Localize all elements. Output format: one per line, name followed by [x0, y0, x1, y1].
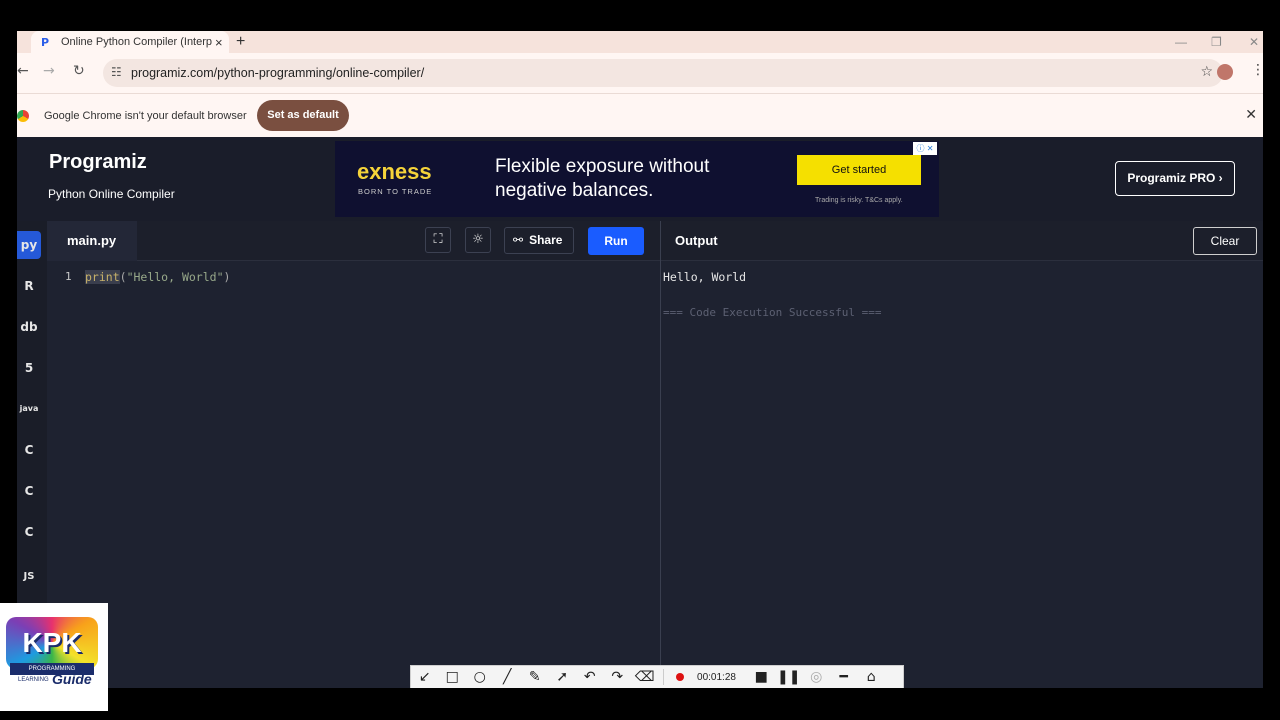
redo-icon[interactable]: ↷: [604, 666, 632, 688]
clear-button[interactable]: Clear: [1193, 227, 1257, 255]
recorder-separator: [662, 669, 664, 685]
address-row: ← → ↻ ☷ programiz.com/python-programming…: [17, 53, 1263, 93]
site-header: Programiz Python Online Compiler exness …: [17, 137, 1263, 221]
share-button[interactable]: ⚯ Share: [504, 227, 574, 254]
programiz-pro-button[interactable]: Programiz PRO ›: [1115, 161, 1235, 196]
tab-strip: P Online Python Compiler (Interp × + — ❐…: [17, 31, 1263, 53]
arrow-tool-icon[interactable]: ↙: [411, 666, 439, 688]
html5-icon[interactable]: 5: [17, 354, 41, 382]
webcam-icon[interactable]: ◎: [803, 666, 831, 688]
eraser-icon[interactable]: ⌫: [631, 666, 659, 688]
close-window-icon[interactable]: ✕: [1249, 31, 1259, 53]
line-tool-icon[interactable]: ╱: [494, 666, 522, 688]
execution-status: === Code Execution Successful ===: [663, 306, 882, 319]
minimize-recorder-icon[interactable]: ━: [830, 666, 858, 688]
file-tab-main-py[interactable]: main.py: [47, 221, 137, 261]
output-text: Hello, World: [663, 270, 747, 284]
python-icon[interactable]: py: [17, 231, 41, 259]
workspace: py R db 5 java C C C JS main.py ⛶ ☼ ⚯ Sha…: [17, 221, 1263, 688]
address-bar[interactable]: ☷ programiz.com/python-programming/onlin…: [103, 59, 1223, 87]
screen-recorder-toolbar: ↙ □ ○ ╱ ✎ ➚ ↶ ↷ ⌫ 00:01:28 ■ ❚❚ ◎ ━ ⌂: [410, 665, 904, 688]
output-toolbar: Output Clear: [661, 221, 1263, 261]
ad-fine-print: Trading is risky. T&Cs apply.: [815, 197, 903, 204]
back-icon[interactable]: ←: [17, 63, 29, 79]
default-browser-infobar: Google Chrome isn't your default browser…: [17, 93, 1263, 137]
browser-tab[interactable]: P Online Python Compiler (Interp ×: [31, 31, 229, 53]
ad-cta-button[interactable]: Get started: [797, 155, 921, 185]
reload-icon[interactable]: ↻: [73, 63, 85, 79]
profile-avatar[interactable]: [1217, 64, 1233, 80]
kpk-guide-text: Guide: [52, 671, 92, 687]
java-icon[interactable]: java: [17, 395, 41, 423]
ad-close-icon[interactable]: ⓘ ✕: [913, 142, 937, 155]
kpk-learning-text: LEARNING: [18, 677, 49, 683]
pointer-tool-icon[interactable]: ➚: [549, 666, 577, 688]
kpk-badge: KPK: [6, 617, 98, 669]
javascript-icon[interactable]: JS: [17, 563, 41, 591]
programiz-favicon-icon: P: [41, 36, 50, 49]
recording-time: 00:01:28: [697, 671, 736, 683]
forward-icon[interactable]: →: [43, 63, 55, 79]
share-icon: ⚯: [513, 233, 524, 247]
code-close-paren: ): [223, 270, 231, 284]
ad-headline: Flexible exposure without negative balan…: [495, 156, 710, 201]
chrome-logo-icon: [17, 110, 29, 122]
share-label: Share: [529, 233, 563, 247]
infobar-message: Google Chrome isn't your default browser: [44, 110, 247, 122]
screen: P Online Python Compiler (Interp × + — ❐…: [17, 31, 1263, 688]
line-number: 1: [65, 270, 72, 283]
code-keyword: print: [85, 270, 120, 284]
pane-divider[interactable]: [660, 221, 661, 688]
c-icon[interactable]: C: [17, 436, 41, 464]
site-info-icon[interactable]: ☷: [111, 65, 122, 79]
undo-icon[interactable]: ↶: [576, 666, 604, 688]
minimize-icon[interactable]: —: [1175, 31, 1187, 53]
fullscreen-icon[interactable]: ⛶: [425, 227, 451, 253]
menu-kebab-icon[interactable]: ⋮: [1251, 62, 1263, 78]
r-icon[interactable]: R: [17, 272, 41, 300]
pause-icon[interactable]: ❚❚: [775, 666, 803, 688]
advertisement-banner[interactable]: exness BORN TO TRADE Flexible exposure w…: [335, 141, 939, 217]
ad-logo: exness: [357, 159, 432, 184]
rectangle-tool-icon[interactable]: □: [439, 666, 467, 688]
ad-tagline: BORN TO TRADE: [358, 187, 433, 196]
output-title: Output: [675, 233, 718, 248]
csharp-icon[interactable]: C: [17, 518, 41, 546]
close-infobar-icon[interactable]: ✕: [1245, 107, 1257, 123]
editor-toolbar: main.py ⛶ ☼ ⚯ Share Run: [47, 221, 660, 261]
tab-title: Online Python Compiler (Interp: [61, 36, 213, 48]
code-open-paren: (: [119, 270, 127, 284]
close-tab-icon[interactable]: ×: [215, 35, 229, 50]
compiler-subtitle: Python Online Compiler: [48, 187, 175, 201]
ellipse-tool-icon[interactable]: ○: [466, 666, 494, 688]
cpp-icon[interactable]: C: [17, 477, 41, 505]
run-button[interactable]: Run: [588, 227, 644, 255]
recording-indicator-icon: [675, 673, 684, 681]
stop-icon[interactable]: ■: [748, 666, 776, 688]
sql-database-icon[interactable]: db: [17, 313, 41, 341]
set-as-default-button[interactable]: Set as default: [257, 100, 349, 131]
theme-toggle-icon[interactable]: ☼: [465, 227, 491, 253]
url-text[interactable]: programiz.com/python-programming/online-…: [131, 66, 424, 80]
bookmark-star-icon[interactable]: ☆: [1200, 64, 1213, 80]
programiz-logo[interactable]: Programiz: [49, 151, 147, 174]
channel-logo: KPK PROGRAMMING LEARNING Guide: [0, 603, 108, 711]
home-icon[interactable]: ⌂: [858, 666, 886, 688]
restore-icon[interactable]: ❐: [1211, 31, 1222, 53]
code-editor[interactable]: print("Hello, World"): [85, 270, 230, 284]
new-tab-button[interactable]: +: [236, 31, 245, 53]
pen-tool-icon[interactable]: ✎: [521, 666, 549, 688]
code-string: "Hello, World": [126, 270, 224, 284]
